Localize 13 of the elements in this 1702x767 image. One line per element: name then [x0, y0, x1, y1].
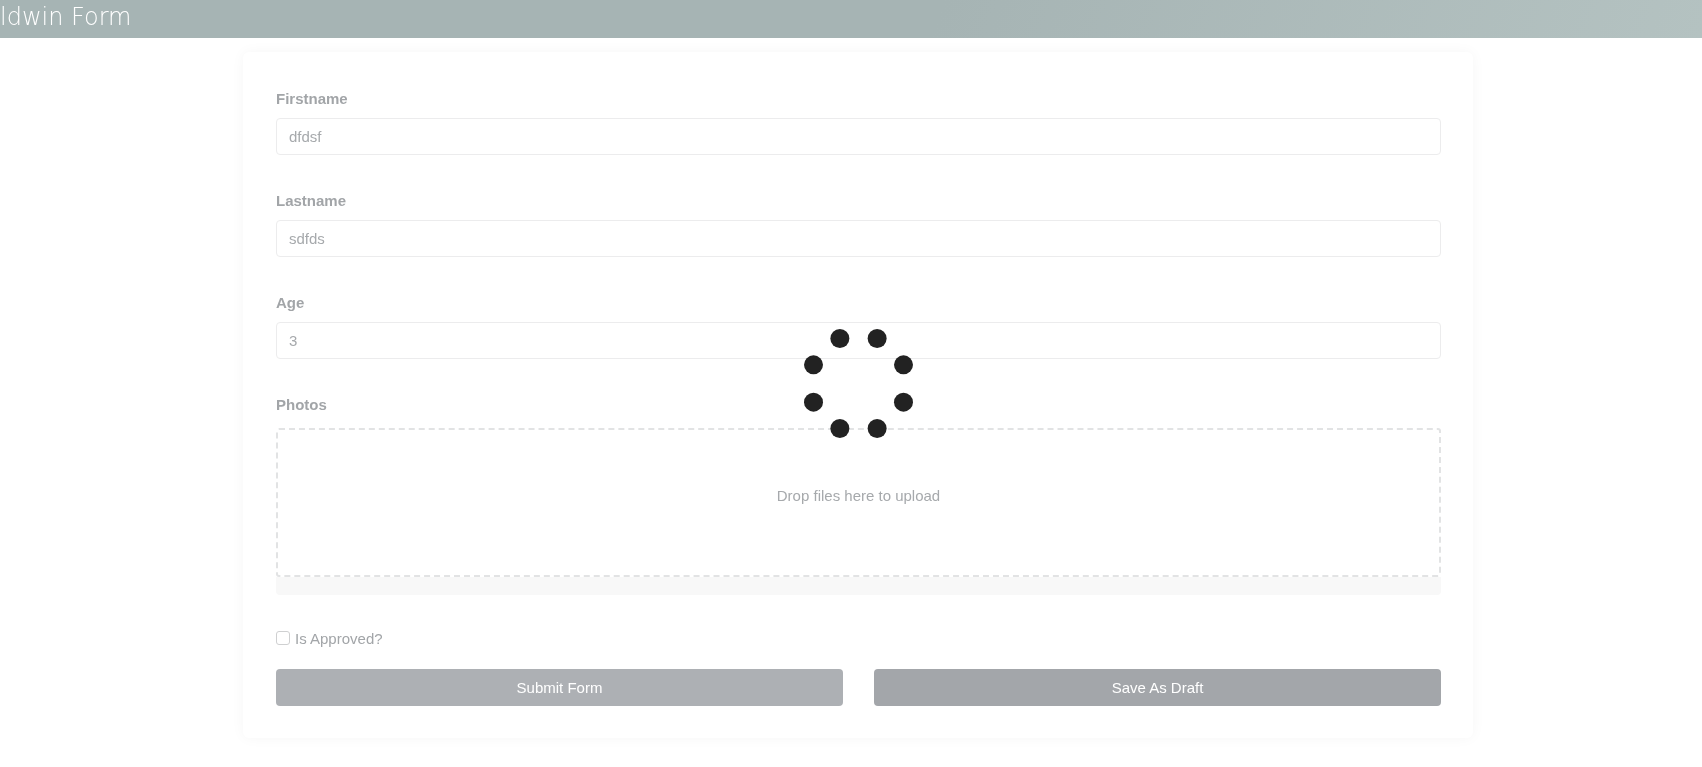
checkbox-label[interactable]: Is Approved?: [295, 629, 383, 647]
field-label: Photos: [276, 395, 327, 415]
dropzone-hint: Drop files here to upload: [776, 487, 941, 504]
submit-button[interactable]: Submit Form: [276, 669, 843, 706]
field-label: Age: [276, 293, 305, 313]
field-label: Firstname: [276, 89, 348, 109]
text-input[interactable]: 3: [276, 322, 1441, 359]
field-label: Lastname: [276, 191, 347, 211]
page-title: ldwin Form: [0, 2, 132, 32]
approved-checkbox[interactable]: [276, 631, 290, 645]
save-draft-button[interactable]: Save As Draft: [874, 669, 1441, 706]
text-input[interactable]: dfdsf: [276, 118, 1441, 155]
text-input[interactable]: sdfds: [276, 220, 1441, 257]
